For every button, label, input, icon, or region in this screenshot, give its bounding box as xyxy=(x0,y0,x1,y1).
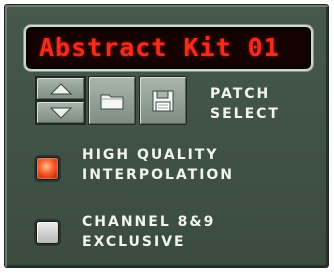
patch-stepper xyxy=(35,76,86,125)
patch-select-label: PATCH SELECT xyxy=(210,84,280,124)
high-quality-interpolation-toggle[interactable] xyxy=(36,157,59,180)
channel-8-9-exclusive-toggle[interactable] xyxy=(36,221,59,244)
high-quality-label-line2: INTERPOLATION xyxy=(82,167,235,183)
patch-select-label-line2: SELECT xyxy=(210,106,280,122)
patch-name: Abstract Kit 01 xyxy=(39,33,280,62)
next-patch-button[interactable] xyxy=(36,101,85,124)
folder-icon xyxy=(100,94,124,109)
patch-select-label-line1: PATCH xyxy=(210,86,271,102)
arrow-down-icon xyxy=(49,107,72,119)
patch-name-display[interactable]: Abstract Kit 01 xyxy=(26,27,311,69)
arrow-up-icon xyxy=(49,82,72,94)
save-patch-button[interactable] xyxy=(139,76,187,125)
floppy-disk-icon xyxy=(152,90,174,111)
high-quality-label-line1: HIGH QUALITY xyxy=(82,147,219,163)
channel-exclusive-label-line2: EXCLUSIVE xyxy=(82,234,186,250)
high-quality-interpolation-label: HIGH QUALITY INTERPOLATION xyxy=(82,145,234,185)
channel-exclusive-label-line1: CHANNEL 8&9 xyxy=(82,214,216,230)
previous-patch-button[interactable] xyxy=(36,77,85,100)
patch-panel: Abstract Kit 01 PATCH SELECT HIGH QUALIT… xyxy=(4,4,329,268)
channel-exclusive-label: CHANNEL 8&9 EXCLUSIVE xyxy=(82,212,215,252)
browse-patch-button[interactable] xyxy=(88,76,136,125)
